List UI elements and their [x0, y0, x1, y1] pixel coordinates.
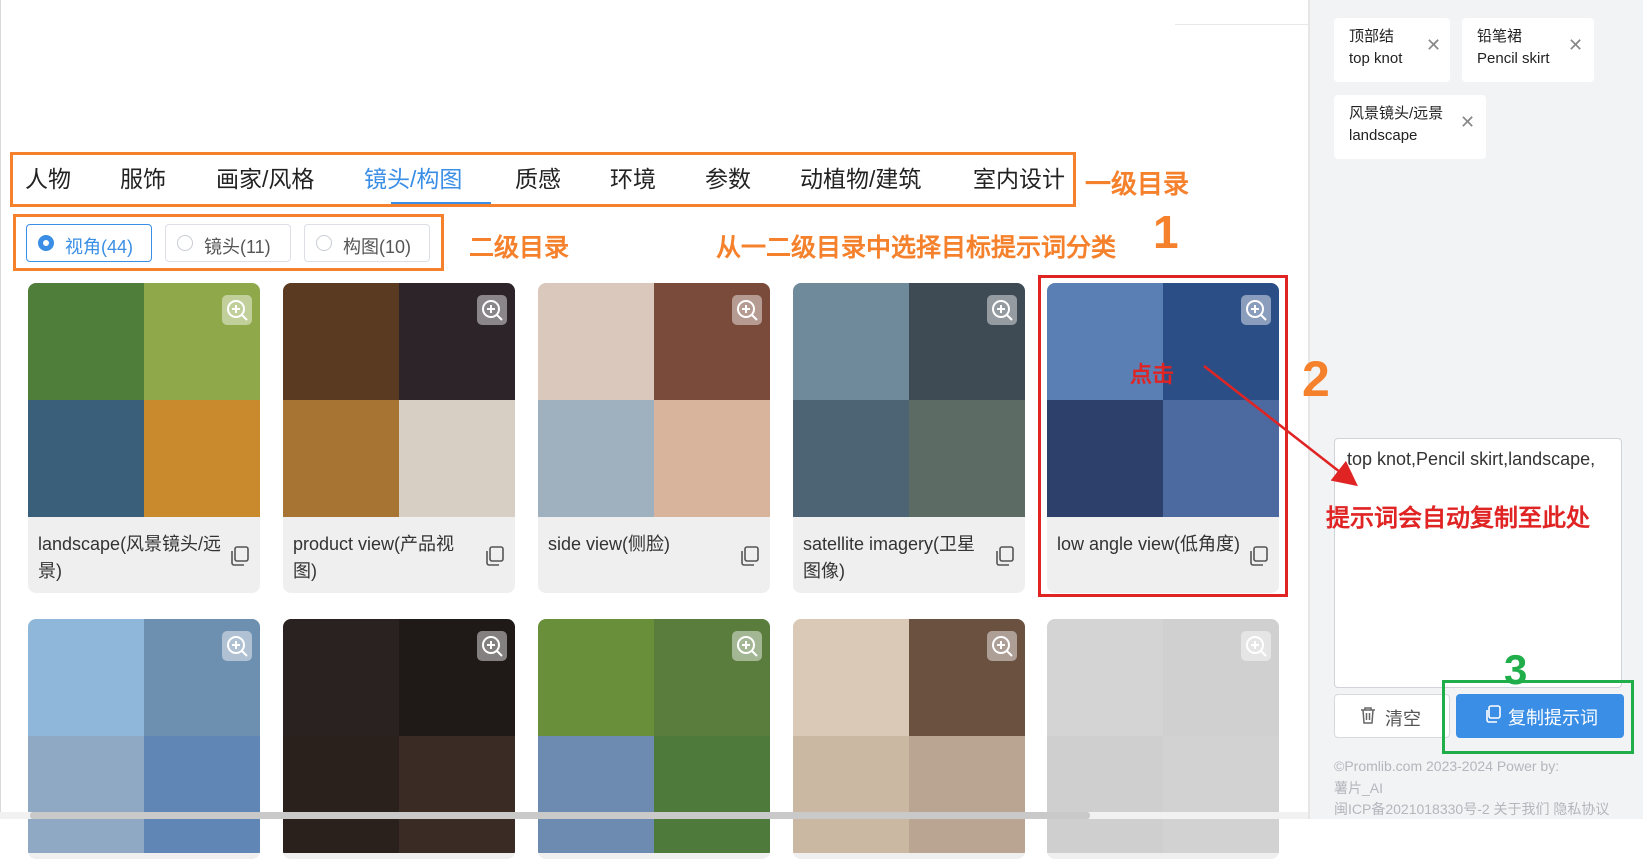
annotation-step3: 3: [1504, 646, 1528, 693]
annotation-box-copy-button: [1442, 680, 1634, 754]
annotation-auto-copy: 提示词会自动复制至此处: [1326, 505, 1590, 532]
horizontal-scrollbar-thumb[interactable]: [30, 812, 1090, 819]
annotation-arrow-icon: [1203, 365, 1358, 487]
